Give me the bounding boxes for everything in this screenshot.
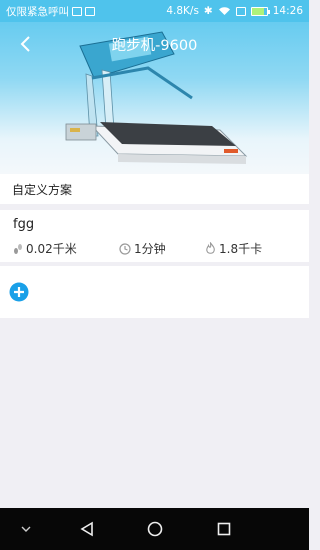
duration-stat: 1分钟 [119, 240, 166, 257]
flame-icon [206, 242, 215, 254]
distance-value: 0.02千米 [26, 242, 77, 256]
system-nav-bar [0, 508, 309, 550]
page-title: 跑步机-9600 [111, 38, 198, 54]
section-label: 自定义方案 [12, 182, 73, 197]
nav-home-button[interactable] [144, 518, 166, 540]
hero-banner [0, 0, 309, 174]
add-plan-button[interactable] [9, 282, 29, 302]
calories-stat: 1.8千卡 [205, 240, 262, 257]
duration-value: 1分钟 [134, 242, 166, 256]
image-icon [85, 6, 95, 16]
clock-icon [119, 242, 131, 255]
network-speed: 4.8K/s [166, 5, 199, 17]
plan-stats: 0.02千米 1分钟 1.8千卡 [13, 240, 303, 256]
add-plan-area [0, 266, 309, 318]
clock: 14:26 [272, 5, 303, 17]
custom-plans-header: 自定义方案 [0, 174, 309, 204]
home-circle-icon [147, 521, 163, 537]
footprint-icon [14, 243, 22, 254]
plan-name: fgg [13, 217, 35, 232]
status-bar: 仅限紧急呼叫 4.8K/s ✱ 14:26 [0, 0, 309, 22]
wifi-icon [218, 7, 230, 15]
bluetooth-icon: ✱ [203, 5, 213, 17]
chevron-down-icon [21, 526, 31, 532]
sim-icon [72, 6, 82, 16]
plan-list-item[interactable]: fgg 0.02千米 1分钟 1.8千卡 [0, 210, 309, 262]
battery-icon [250, 6, 270, 16]
distance-stat: 0.02千米 [13, 240, 77, 257]
nav-recents-button[interactable] [213, 518, 235, 540]
nav-back-button[interactable] [76, 518, 98, 540]
hide-nav-button[interactable] [17, 518, 35, 540]
carrier-text: 仅限紧急呼叫 [6, 5, 69, 18]
sim-card-icon [235, 6, 246, 16]
recents-square-icon [217, 522, 231, 536]
calories-value: 1.8千卡 [219, 242, 263, 256]
back-triangle-icon [80, 521, 93, 537]
plus-circle-icon [9, 282, 29, 302]
